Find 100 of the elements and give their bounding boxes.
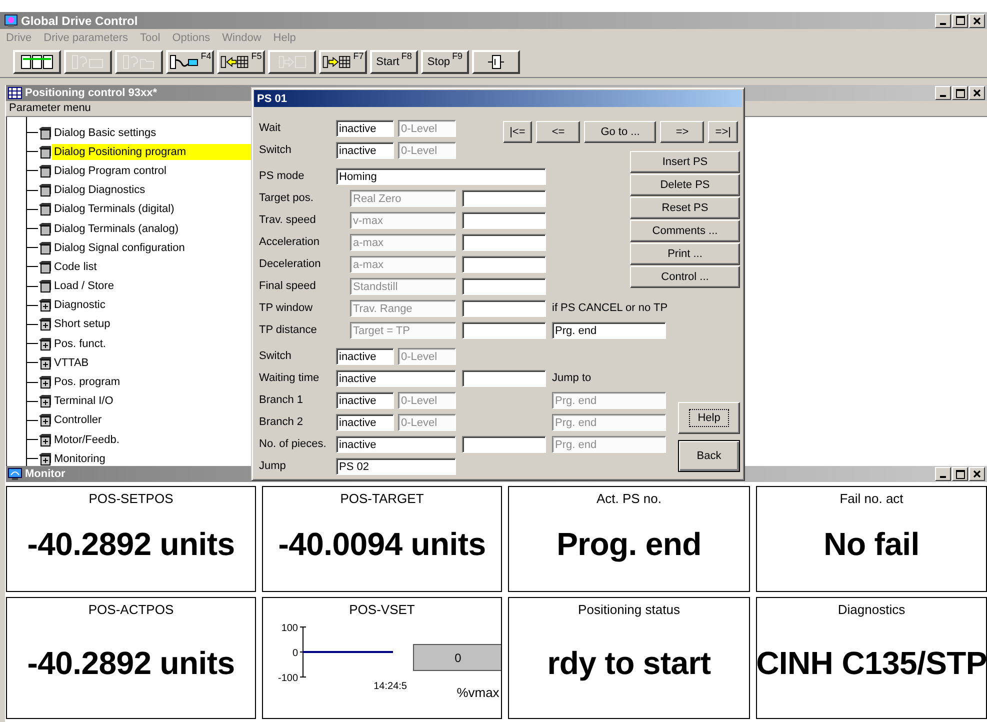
field-label: Jump	[259, 460, 287, 472]
toolbar-button[interactable]: Start $^{F8}$	[370, 50, 418, 74]
field-label: Waiting time	[259, 372, 320, 384]
field-label: Deceleration	[259, 258, 322, 270]
table-icon	[8, 87, 22, 99]
close-button[interactable]	[969, 86, 985, 100]
window-title: Positioning control 93xx*	[25, 87, 158, 99]
input-field[interactable]	[462, 256, 546, 272]
input-field[interactable]: Homing	[336, 168, 546, 184]
input-field[interactable]: inactive	[336, 348, 394, 364]
input-field[interactable]: inactive	[336, 142, 394, 158]
tick-label: 100	[281, 623, 298, 634]
exit-icon	[486, 54, 506, 70]
window-title: Global Drive Control	[21, 14, 138, 28]
action-button[interactable]: Reset PS	[630, 197, 740, 219]
input-field[interactable]: Prg. end	[552, 322, 666, 338]
tile-title: POS-SETPOS	[88, 491, 174, 506]
action-button[interactable]: Delete PS	[630, 174, 740, 196]
minimize-icon	[940, 476, 946, 478]
table-arrow-icon	[322, 55, 352, 69]
nav-button[interactable]: |<=	[502, 121, 532, 143]
folder-plus-icon	[38, 394, 52, 408]
folder-plus-icon	[38, 375, 52, 390]
modules-icon	[20, 54, 54, 70]
nav-button[interactable]: Go to ...	[584, 121, 656, 143]
input-field[interactable]: inactive	[336, 392, 394, 408]
input-field[interactable]: inactive	[336, 370, 456, 386]
minimize-icon	[940, 95, 946, 97]
tile-value: -40.2892 units	[27, 525, 235, 564]
action-button[interactable]: Comments ...	[630, 220, 740, 242]
nav-button[interactable]: <=	[536, 121, 580, 143]
field-label: Wait	[259, 122, 282, 134]
nav-button[interactable]: =>	[660, 121, 704, 143]
minimize-icon	[940, 22, 946, 24]
time-label: 14:24:5	[374, 681, 407, 692]
maximize-button[interactable]	[952, 14, 968, 28]
toolbar-button[interactable]: Stop $^{F9}$	[421, 50, 469, 74]
field-label: Acceleration	[259, 236, 321, 248]
note-text: if PS CANCEL or no TP	[552, 302, 666, 314]
folder-plus-icon	[38, 298, 52, 312]
transfer-icon	[278, 55, 306, 69]
close-icon	[973, 470, 981, 478]
box-icon	[38, 183, 52, 198]
tile-title: Positioning status	[578, 602, 680, 617]
minimize-button[interactable]	[935, 467, 951, 481]
maximize-icon	[956, 16, 964, 25]
input-field[interactable]: inactive	[336, 414, 394, 430]
maximize-button[interactable]	[952, 467, 968, 481]
input-field[interactable]: inactive	[336, 120, 394, 136]
field-label: Final speed	[259, 280, 317, 292]
action-button[interactable]: Insert PS	[630, 151, 740, 173]
input-field[interactable]	[462, 322, 546, 338]
toolbar-button[interactable]	[472, 50, 520, 74]
tile-value: Prog. end	[556, 525, 702, 564]
field-label: Target pos.	[259, 192, 314, 204]
toolbar-button[interactable]: F5	[217, 50, 265, 74]
field-label: Branch 2	[259, 416, 304, 428]
close-button[interactable]	[969, 467, 985, 481]
tile-title: POS-VSET	[349, 602, 415, 617]
input-field[interactable]	[462, 278, 546, 294]
tile-value: No fail	[824, 525, 920, 564]
maximize-icon	[956, 88, 964, 98]
tile-title: POS-ACTPOS	[88, 602, 174, 617]
field-label: TP window	[259, 302, 314, 314]
input-field[interactable]: inactive	[336, 436, 456, 452]
tile-title: Fail no. act	[840, 491, 904, 506]
field-label: Branch 1	[259, 394, 304, 406]
field-label: TP distance	[259, 324, 318, 336]
dialog-button[interactable]: Back	[678, 440, 740, 472]
input-field[interactable]	[462, 190, 546, 206]
maximize-button[interactable]	[952, 86, 968, 100]
help-folder-icon	[122, 54, 156, 70]
folder-plus-icon	[38, 413, 52, 428]
folder-plus-icon	[38, 317, 52, 332]
toolbar-button[interactable]	[13, 50, 61, 74]
close-button[interactable]	[969, 14, 985, 28]
table-arrow-icon	[220, 55, 250, 69]
cable-icon	[168, 54, 199, 70]
toolbar-button[interactable]: F4	[166, 50, 214, 74]
action-button[interactable]: Print ...	[630, 243, 740, 265]
input-field[interactable]	[462, 234, 546, 250]
input-field[interactable]	[462, 300, 546, 316]
action-button[interactable]: Control ...	[630, 266, 740, 288]
note-text: Jump to	[552, 372, 592, 384]
folder-plus-icon	[38, 452, 52, 466]
minimize-button[interactable]	[935, 14, 951, 28]
nav-button[interactable]: =>|	[708, 121, 738, 143]
field-label: Switch	[259, 350, 292, 362]
input-field[interactable]	[462, 212, 546, 228]
tick-label: 0	[292, 648, 298, 659]
minimize-button[interactable]	[935, 86, 951, 100]
readout-box: 0	[413, 644, 501, 671]
tile-value: CINH C135/STP	[757, 644, 986, 683]
toolbar-button[interactable]: F7	[319, 50, 367, 74]
tile-value: -40.2892 units	[27, 644, 235, 683]
box-icon	[38, 126, 52, 140]
input-field[interactable]	[462, 370, 546, 386]
input-field[interactable]	[462, 436, 546, 452]
dialog-button[interactable]: Help	[678, 402, 740, 434]
input-field[interactable]: PS 02	[336, 458, 456, 474]
